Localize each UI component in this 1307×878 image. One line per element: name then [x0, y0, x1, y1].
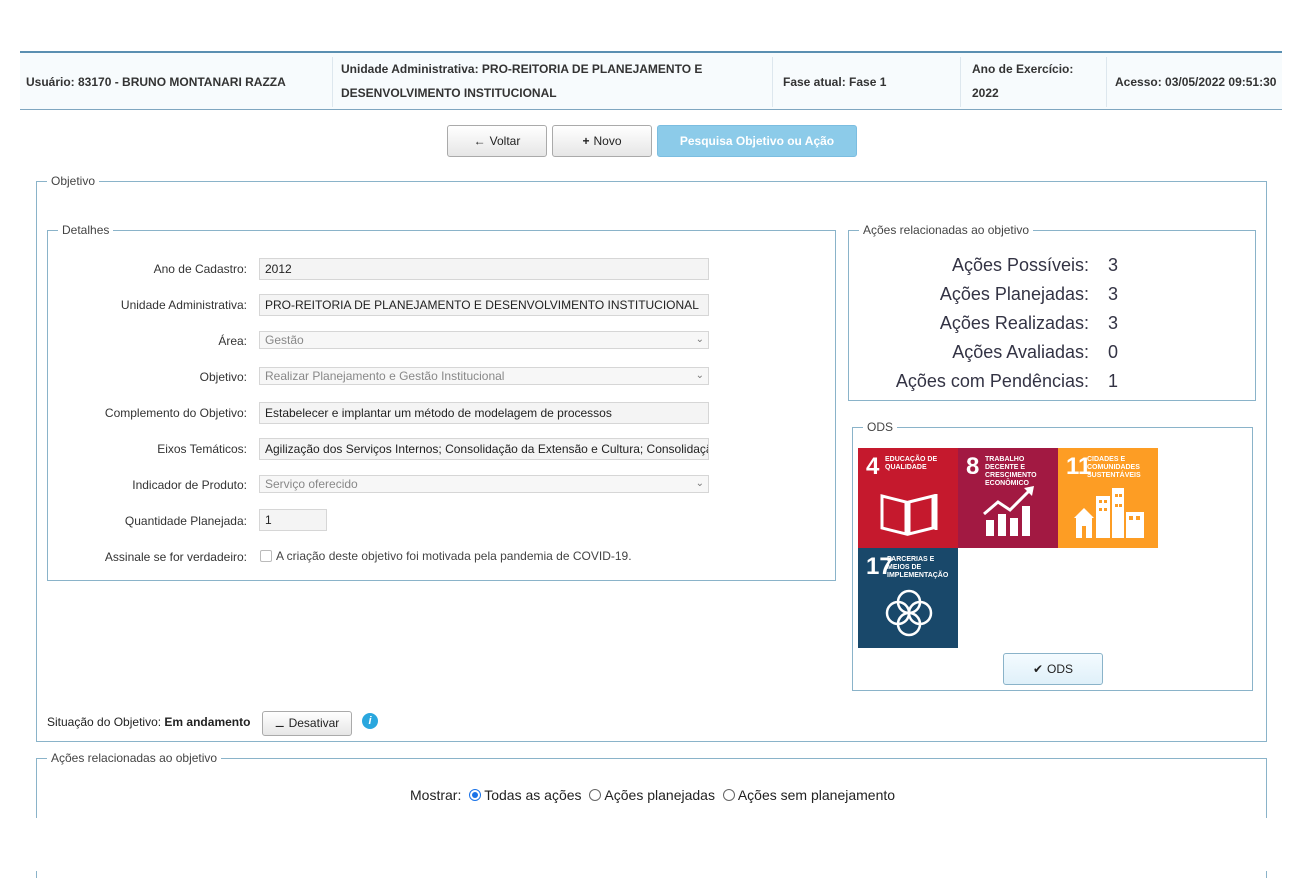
objective-fieldset: Objetivo Detalhes Ano de Cadastro: 2012 … [36, 174, 1267, 742]
divider [332, 57, 333, 107]
divider [960, 57, 961, 107]
stat-value: 1 [1108, 371, 1119, 391]
quantidade-label: Quantidade Planejada: [124, 514, 247, 528]
covid-checkbox[interactable] [260, 550, 272, 562]
arrow-left-icon: ← [473, 134, 486, 148]
objective-status: Situação do Objetivo: Em andamento [47, 715, 250, 729]
ano-cadastro-label: Ano de Cadastro: [153, 262, 247, 276]
plus-icon: + [582, 134, 590, 148]
stat-value: 3 [1108, 255, 1119, 275]
ods-fieldset: ODS 4 EDUCAÇÃO DE QUALIDADE 8 TRABALHO D… [852, 420, 1253, 691]
stat-label: Ações Planejadas: [939, 284, 1089, 304]
fiscal-year-label: Ano de Exercício: [972, 62, 1074, 76]
stat-value: 0 [1108, 342, 1119, 362]
divider [772, 57, 773, 107]
back-button[interactable]: ← Voltar [447, 125, 547, 157]
admin-unit-line2: DESENVOLVIMENTO INSTITUCIONAL [341, 86, 557, 100]
deactivate-button[interactable]: ⚊ Desativar [262, 711, 352, 736]
ods-tile-8[interactable]: 8 TRABALHO DECENTE E CRESCIMENTO ECONÔMI… [958, 448, 1058, 548]
objetivo-select[interactable]: Realizar Planejamento e Gestão Instituci… [259, 367, 709, 385]
ods-tile-11[interactable]: 11 CIDADES E COMUNIDADES SUSTENTÁVEIS [1058, 448, 1158, 548]
stat-label: Ações Realizadas: [939, 313, 1089, 333]
actions-summary-legend: Ações relacionadas ao objetivo [859, 223, 1034, 237]
minus-circle-icon: ⚊ [274, 718, 285, 730]
ano-cadastro-field[interactable]: 2012 [259, 258, 709, 280]
book-icon [880, 494, 938, 536]
radio-planned-actions-label: Ações planejadas [604, 787, 715, 803]
complemento-label: Complemento do Objetivo: [104, 406, 247, 420]
fiscal-year: Ano de Exercício: 2022 [972, 57, 1090, 105]
admin-unit-line1: Unidade Administrativa: PRO-REITORIA DE … [341, 62, 703, 76]
unidade-label: Unidade Administrativa: [120, 298, 247, 312]
check-icon: ✔ [1032, 662, 1044, 676]
city-icon [1074, 488, 1144, 538]
new-button[interactable]: + Novo [552, 125, 652, 157]
search-objective-button[interactable]: Pesquisa Objetivo ou Ação [657, 125, 857, 157]
user-info-bar: Usuário: 83170 - BRUNO MONTANARI RAZZA U… [20, 51, 1282, 110]
status-label: Situação do Objetivo: [47, 715, 162, 729]
eixos-label: Eixos Temáticos: [157, 442, 247, 456]
details-legend: Detalhes [58, 223, 114, 237]
chevron-down-icon: ⌄ [695, 370, 704, 381]
info-icon[interactable]: i [362, 713, 378, 729]
area-select[interactable]: Gestão ⌄ [259, 331, 709, 349]
divider [1106, 57, 1107, 107]
indicador-select[interactable]: Serviço oferecido ⌄ [259, 475, 709, 493]
assinale-label: Assinale se for verdadeiro: [104, 550, 247, 564]
radio-planned-actions[interactable] [589, 789, 602, 801]
covid-checkbox-label: A criação deste objetivo foi motivada pe… [276, 549, 632, 563]
stat-label: Ações com Pendências: [895, 371, 1089, 391]
growth-chart-icon [983, 486, 1034, 536]
quantidade-field[interactable]: 1 [259, 509, 327, 531]
show-label: Mostrar: [410, 787, 462, 803]
radio-unplanned-actions[interactable] [722, 789, 735, 801]
ods-tile-4[interactable]: 4 EDUCAÇÃO DE QUALIDADE [858, 448, 958, 548]
objective-legend: Objetivo [47, 174, 100, 188]
action-filter: Mostrar: Todas as ações Ações planejadas… [410, 787, 895, 803]
admin-unit-info: Unidade Administrativa: PRO-REITORIA DE … [341, 57, 741, 105]
radio-all-actions[interactable] [469, 789, 482, 801]
chevron-down-icon: ⌄ [695, 334, 704, 345]
fiscal-year-value: 2022 [972, 86, 999, 100]
details-fieldset: Detalhes Ano de Cadastro: 2012 Unidade A… [47, 223, 836, 581]
ods-legend: ODS [863, 420, 898, 434]
radio-all-actions-label: Todas as ações [484, 787, 582, 803]
page-bottom [0, 818, 1307, 871]
last-access: Acesso: 03/05/2022 09:51:30 [1115, 75, 1277, 89]
user-info: Usuário: 83170 - BRUNO MONTANARI RAZZA [26, 75, 286, 89]
unidade-field[interactable]: PRO-REITORIA DE PLANEJAMENTO E DESENVOLV… [259, 294, 709, 316]
ods-button[interactable]: ✔ ODS [1003, 653, 1103, 685]
stat-label: Ações Avaliadas: [952, 342, 1089, 362]
complemento-field[interactable]: Estabelecer e implantar um método de mod… [259, 402, 709, 424]
area-label: Área: [218, 334, 247, 348]
stat-value: 3 [1108, 284, 1119, 304]
radio-unplanned-actions-label: Ações sem planejamento [737, 787, 896, 803]
status-value: Em andamento [164, 715, 251, 729]
related-actions-legend: Ações relacionadas ao objetivo [47, 751, 222, 765]
indicador-label: Indicador de Produto: [132, 478, 247, 492]
ods-tile-17[interactable]: 17 PARCERIAS E MEIOS DE IMPLEMENTAÇÃO [858, 548, 958, 648]
eixos-field[interactable]: Agilização dos Serviços Internos; Consol… [259, 438, 709, 460]
objetivo-label: Objetivo: [199, 370, 247, 384]
stat-value: 3 [1108, 313, 1119, 333]
actions-summary-fieldset: Ações relacionadas ao objetivo Ações Pos… [848, 223, 1256, 401]
current-phase: Fase atual: Fase 1 [783, 75, 887, 89]
chevron-down-icon: ⌄ [695, 478, 704, 489]
flower-rings-icon [885, 589, 933, 637]
stat-label: Ações Possíveis: [951, 255, 1089, 275]
